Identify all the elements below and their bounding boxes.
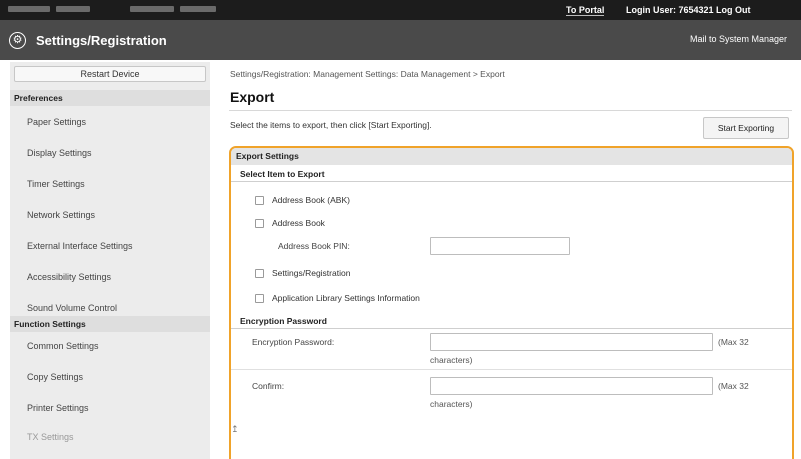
address-book-abk-checkbox[interactable] (255, 195, 264, 205)
sidebar-item-printer-settings[interactable]: Printer Settings (10, 396, 210, 420)
main-content: Settings/Registration: Management Settin… (218, 62, 801, 459)
start-exporting-button[interactable]: Start Exporting (703, 117, 789, 139)
encryption-password-input[interactable] (430, 333, 713, 351)
export-settings-panel: Export Settings Select Item to Export Ad… (229, 146, 794, 459)
sidebar-heading-preferences: Preferences (10, 90, 210, 106)
row-divider (231, 369, 792, 370)
address-book-checkbox[interactable] (255, 218, 264, 228)
sidebar: Restart Device Preferences Paper Setting… (10, 62, 210, 459)
device-model-name (8, 5, 90, 13)
breadcrumb: Settings/Registration: Management Settin… (230, 69, 505, 79)
confirm-password-input[interactable] (430, 377, 713, 395)
encryption-password-heading: Encryption Password (231, 313, 792, 329)
back-to-top-icon[interactable]: ↥ (231, 424, 239, 435)
export-item-application-library[interactable]: Application Library Settings Information (255, 293, 420, 303)
settings-registration-label: Settings/Registration (272, 268, 351, 278)
export-item-address-book[interactable]: Address Book (255, 218, 325, 228)
confirm-max-note: (Max 32 (718, 381, 749, 391)
device-model-code (130, 5, 216, 13)
address-book-label: Address Book (272, 218, 325, 228)
header-title: Settings/Registration (36, 33, 167, 48)
address-book-abk-label: Address Book (ABK) (272, 195, 350, 205)
instruction-text: Select the items to export, then click [… (230, 120, 432, 130)
sidebar-item-network-settings[interactable]: Network Settings (10, 203, 210, 227)
address-book-pin-input[interactable] (430, 237, 570, 255)
export-item-address-book-abk[interactable]: Address Book (ABK) (255, 195, 350, 205)
application-library-checkbox[interactable] (255, 293, 264, 303)
export-settings-heading: Export Settings (231, 148, 792, 165)
sidebar-item-common-settings[interactable]: Common Settings (10, 334, 210, 358)
page-title: Export (230, 89, 275, 105)
restart-device-button[interactable]: Restart Device (14, 66, 206, 82)
sidebar-item-tx-settings[interactable]: TX Settings (10, 425, 210, 449)
title-divider (229, 110, 792, 111)
encryption-max-note: (Max 32 (718, 337, 749, 347)
sidebar-heading-function-settings: Function Settings (10, 316, 210, 332)
settings-registration-checkbox[interactable] (255, 268, 264, 278)
address-book-pin-label: Address Book PIN: (278, 241, 350, 251)
encryption-password-label: Encryption Password: (252, 337, 335, 347)
page-header: ⚙ Settings/Registration Mail to System M… (0, 20, 801, 60)
to-portal-link[interactable]: To Portal (566, 5, 605, 16)
mail-to-system-manager-link[interactable]: Mail to System Manager (690, 34, 787, 44)
sidebar-item-timer-settings[interactable]: Timer Settings (10, 172, 210, 196)
login-user-info: Login User: 7654321 Log Out (626, 5, 751, 15)
encryption-max-note-chars: characters) (430, 355, 473, 365)
confirm-password-label: Confirm: (252, 381, 285, 391)
top-bar: To Portal Login User: 7654321 Log Out (0, 0, 801, 20)
sidebar-item-external-interface-settings[interactable]: External Interface Settings (10, 234, 210, 258)
sidebar-item-display-settings[interactable]: Display Settings (10, 141, 210, 165)
export-item-settings-registration[interactable]: Settings/Registration (255, 268, 350, 278)
sidebar-item-paper-settings[interactable]: Paper Settings (10, 110, 210, 134)
sidebar-item-copy-settings[interactable]: Copy Settings (10, 365, 210, 389)
confirm-max-note-chars: characters) (430, 399, 473, 409)
settings-registration-icon: ⚙ (9, 32, 26, 49)
select-item-heading: Select Item to Export (231, 166, 792, 182)
sidebar-item-accessibility-settings[interactable]: Accessibility Settings (10, 265, 210, 289)
application-library-label: Application Library Settings Information (272, 293, 420, 303)
